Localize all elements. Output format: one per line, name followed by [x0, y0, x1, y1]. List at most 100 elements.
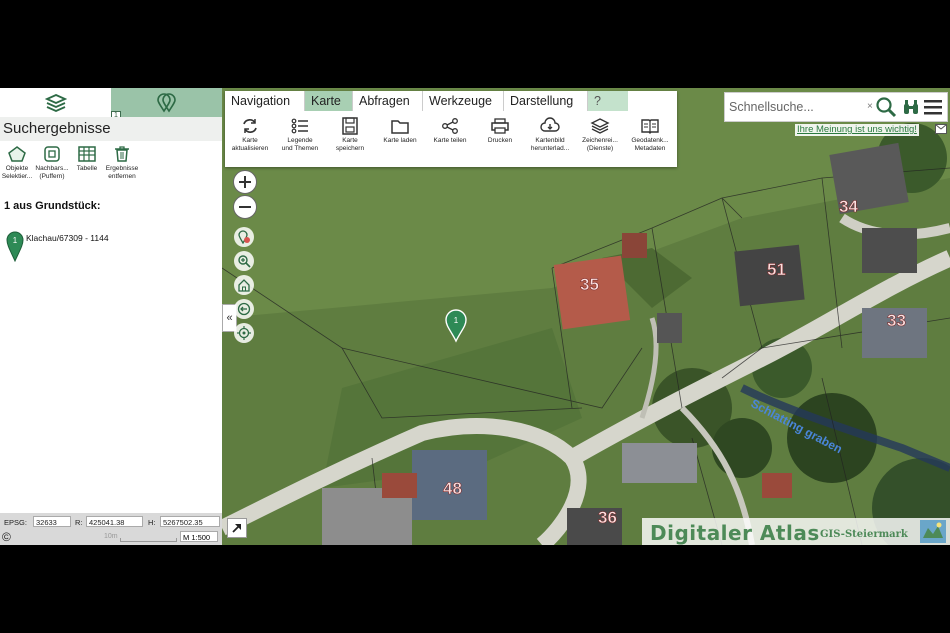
trash-icon — [115, 146, 129, 162]
app-window: 1 Suchergebnisse Objekte Selektier... Na… — [0, 88, 950, 545]
result-item[interactable]: 1 Klachau/67309 - 1144 — [6, 230, 206, 264]
scale-field[interactable]: M 1:500 — [180, 531, 218, 542]
house-number-48: 48 — [443, 479, 462, 498]
download-image-button[interactable]: Kartenbild herunterlad... — [525, 117, 575, 153]
drawing-order-button[interactable]: Zeichenrei... (Dienste) — [575, 117, 625, 153]
save-icon — [342, 117, 358, 135]
share-map-button[interactable]: Karte teilen — [425, 117, 475, 145]
tool-label: herunterlad... — [530, 145, 570, 152]
scale-bar-label: 10m — [104, 533, 118, 540]
folder-icon — [391, 120, 409, 134]
menu-tabs: Navigation Karte Abfragen Werkzeuge Dars… — [225, 91, 677, 111]
result-toolbar: Objekte Selektier... Nachbars... (Puffer… — [0, 145, 222, 185]
scale-bar — [120, 538, 177, 542]
tab-darstellung[interactable]: Darstellung — [504, 91, 588, 111]
tab-werkzeuge[interactable]: Werkzeuge — [423, 91, 504, 111]
map-view[interactable]: 35 34 51 33 48 36 Schlatting graben 1 « … — [222, 88, 950, 545]
tool-label: Legende — [287, 137, 313, 144]
tab-search-results[interactable] — [111, 88, 222, 117]
r-coordinate-field[interactable]: 425041.38 — [86, 516, 143, 527]
previous-view-button[interactable] — [234, 299, 254, 319]
tool-label: Drucken — [487, 137, 513, 144]
house-number-36: 36 — [598, 508, 617, 527]
buffer-icon — [44, 146, 60, 162]
layers-icon — [44, 93, 67, 112]
tool-label: Karte — [342, 137, 358, 144]
status-bar: EPSG: 32633 R: 425041.38 H: 5267502.35 ©… — [0, 513, 222, 545]
tool-label: (Dienste) — [586, 145, 614, 152]
tool-label: Objekte — [5, 165, 29, 172]
tab-karte[interactable]: Karte — [305, 91, 353, 111]
brand-title: Digitaler Atlas — [650, 521, 820, 545]
tool-label: Nachbars... — [35, 165, 69, 172]
feedback-link[interactable]: Ihre Meinung ist uns wichtig! — [795, 124, 919, 136]
legend-button[interactable]: Legende und Themen — [275, 117, 325, 153]
tool-label: aktualisieren — [231, 145, 269, 152]
brand-logo-icon — [920, 520, 946, 543]
table-button[interactable]: Tabelle — [70, 145, 104, 173]
geolocate-button[interactable] — [234, 323, 254, 343]
zoom-in-button[interactable] — [233, 170, 257, 194]
tool-label: Geodatenk... — [631, 137, 669, 144]
brand-subtitle: GIS-Steiermark — [820, 529, 908, 540]
fullscreen-button[interactable] — [227, 518, 247, 538]
crosshair-icon — [237, 326, 251, 340]
tab-help[interactable]: ? — [588, 91, 628, 111]
buffer-button[interactable]: Nachbars... (Puffern) — [35, 145, 69, 181]
tool-label: Zeichenrei... — [582, 137, 618, 144]
tab-abfragen[interactable]: Abfragen — [353, 91, 423, 111]
menu-icon[interactable] — [923, 98, 943, 116]
r-label: R: — [75, 518, 83, 527]
epsg-field[interactable]: 32633 — [33, 516, 71, 527]
save-map-button[interactable]: Karte speichern — [325, 117, 375, 153]
sidebar: 1 Suchergebnisse Objekte Selektier... Na… — [0, 88, 222, 545]
house-number-35: 35 — [580, 275, 599, 294]
zoom-icon — [238, 255, 251, 268]
book-icon — [641, 119, 659, 134]
refresh-map-button[interactable]: Karte aktualisieren — [225, 117, 275, 153]
tool-label: Karte — [242, 137, 258, 144]
brand-watermark: Digitaler Atlas GIS-Steiermark — [642, 518, 950, 545]
print-icon — [491, 118, 509, 134]
house-number-34: 34 — [839, 197, 858, 216]
copyright-icon[interactable]: © — [2, 530, 11, 544]
tool-label: Metadaten — [634, 145, 666, 152]
clear-search-icon[interactable]: × — [867, 101, 873, 112]
result-marker-icon: 1 — [6, 231, 24, 262]
remove-results-button[interactable]: Ergebnisse entfernen — [105, 145, 139, 181]
layers-icon — [590, 118, 610, 134]
quick-search: Schnellsuche... × — [724, 92, 948, 122]
house-number-33: 33 — [887, 311, 906, 330]
tab-layers[interactable] — [0, 88, 111, 117]
tool-label: speichern — [335, 145, 365, 152]
binoculars-icon[interactable] — [902, 98, 920, 116]
tab-navigation[interactable]: Navigation — [225, 91, 305, 111]
minus-icon — [239, 206, 251, 208]
select-objects-button[interactable]: Objekte Selektier... — [0, 145, 34, 181]
marker-number: 1 — [13, 236, 18, 245]
location-off-icon — [238, 230, 250, 244]
search-icon[interactable] — [875, 96, 897, 118]
tool-label: Karte teilen — [433, 137, 467, 144]
main-menu: Navigation Karte Abfragen Werkzeuge Dars… — [225, 91, 677, 167]
h-coordinate-field[interactable]: 5267502.35 — [160, 516, 220, 527]
print-button[interactable]: Drucken — [475, 117, 525, 145]
home-icon — [238, 279, 250, 292]
menu-toolbar: Karte aktualisieren Legende und Themen K… — [225, 117, 677, 165]
pentagon-select-icon — [8, 146, 26, 162]
locate-off-button[interactable] — [234, 227, 254, 247]
scale-row: © 10m M 1:500 — [0, 530, 222, 544]
metadata-catalog-button[interactable]: Geodatenk... Metadaten — [625, 117, 675, 153]
expand-arrow-icon — [232, 524, 241, 533]
tool-label: Kartenbild — [535, 137, 565, 144]
zoom-out-button[interactable] — [233, 195, 257, 219]
load-map-button[interactable]: Karte laden — [375, 117, 425, 145]
panel-title: Suchergebnisse — [0, 117, 222, 141]
mail-icon[interactable] — [935, 124, 947, 134]
home-button[interactable] — [234, 275, 254, 295]
zoom-box-button[interactable] — [234, 251, 254, 271]
search-input[interactable]: Schnellsuche... — [729, 100, 814, 114]
legend-icon — [291, 118, 308, 134]
map-pins-icon — [156, 92, 176, 112]
tool-label: (Puffern) — [39, 173, 65, 180]
